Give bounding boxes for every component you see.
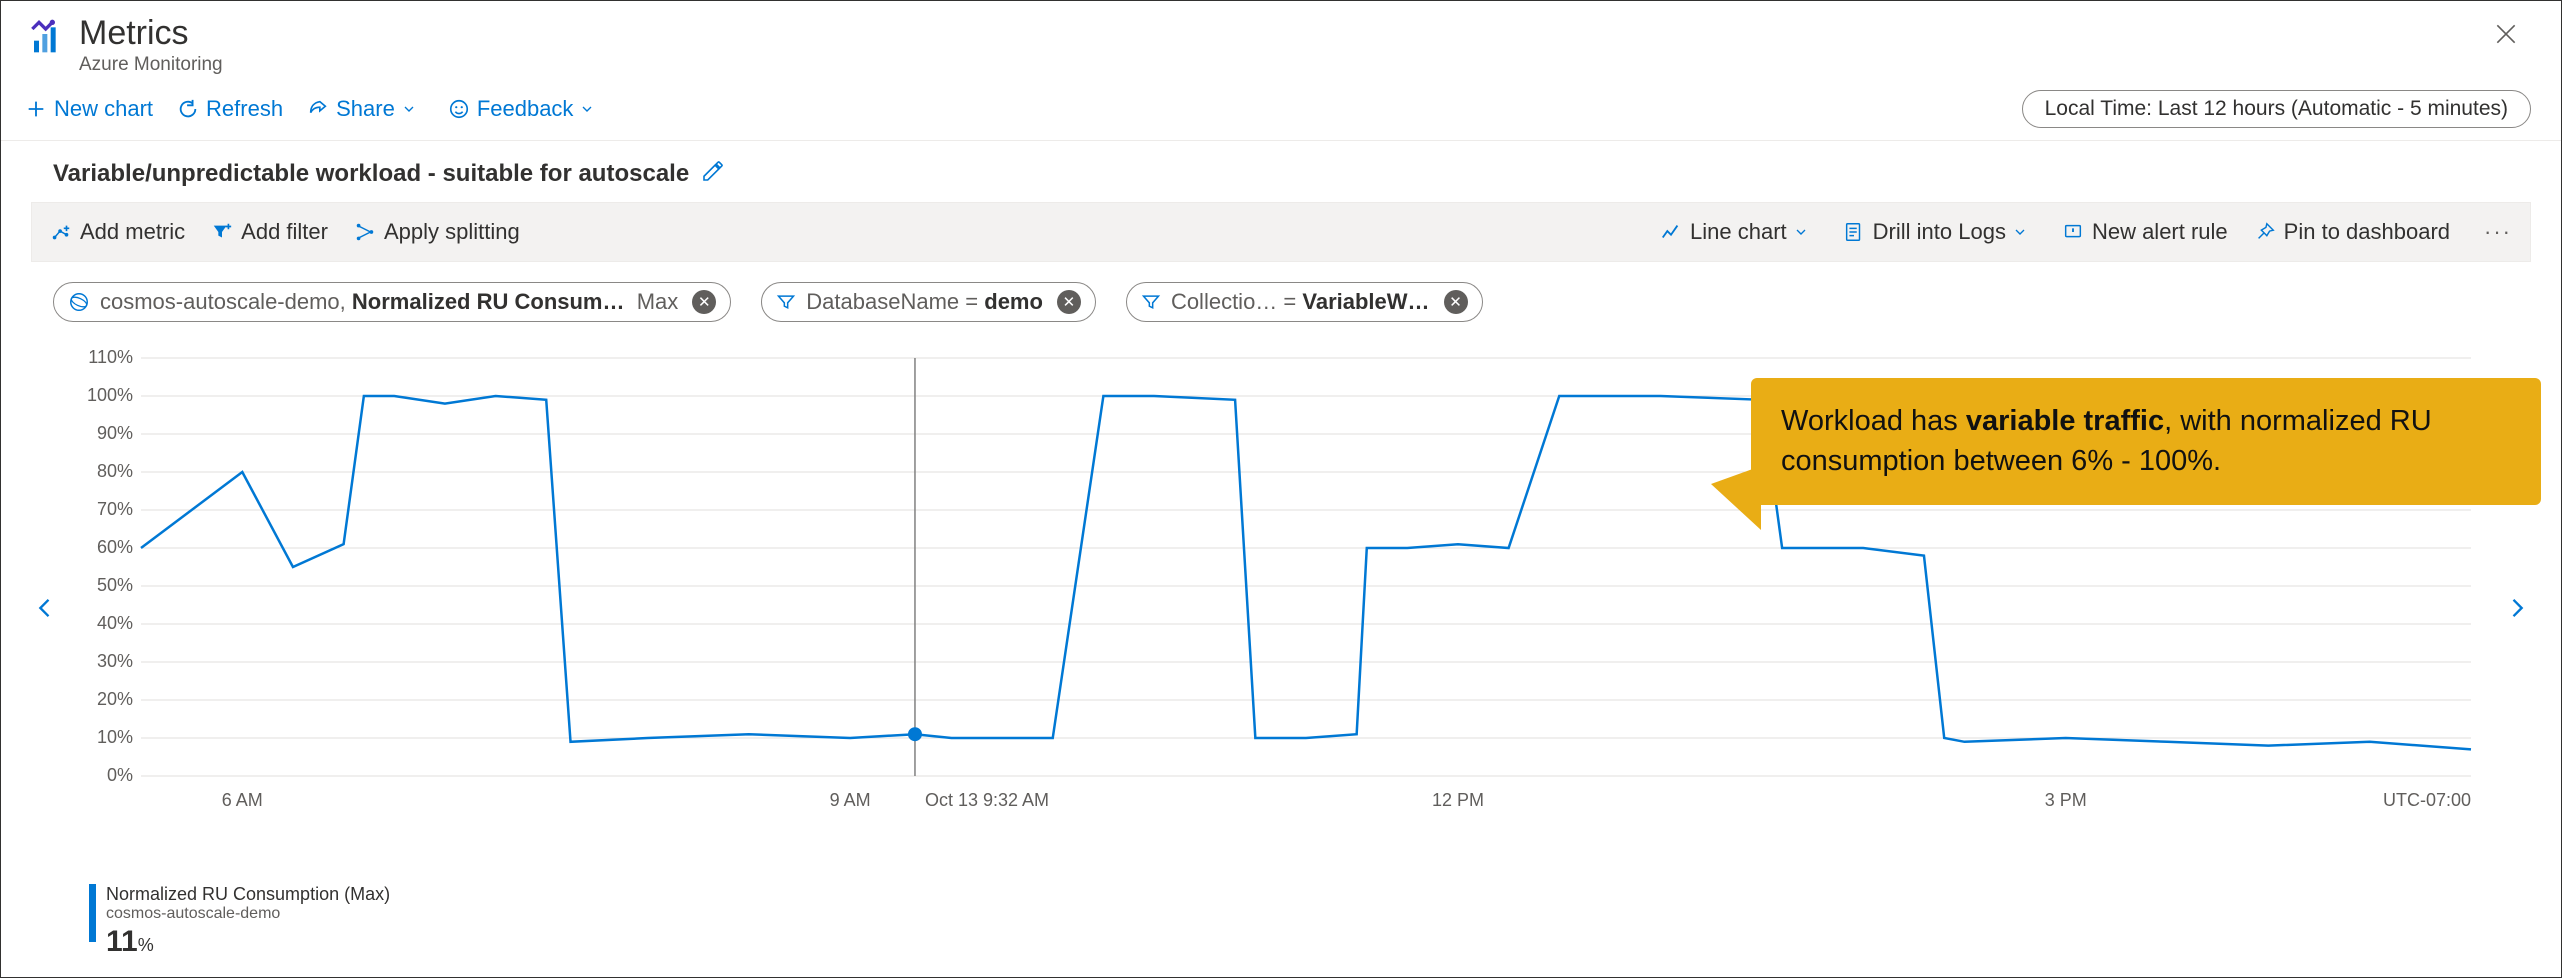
add-filter-button[interactable]: Add filter — [211, 219, 328, 245]
filter-icon — [776, 292, 796, 312]
chart-legend[interactable]: Normalized RU Consumption (Max) cosmos-a… — [89, 884, 390, 959]
legend-subtitle: cosmos-autoscale-demo — [106, 905, 390, 923]
apply-splitting-button[interactable]: Apply splitting — [354, 219, 520, 245]
chevron-down-icon — [1793, 224, 1809, 240]
split-icon — [354, 221, 376, 243]
line-chart-icon — [1660, 221, 1682, 243]
pin-icon — [2254, 221, 2276, 243]
smile-icon — [448, 98, 470, 120]
legend-color-swatch — [89, 884, 96, 942]
close-button[interactable] — [2479, 15, 2533, 61]
svg-text:0%: 0% — [107, 765, 133, 785]
new-alert-button[interactable]: New alert rule — [2062, 219, 2228, 245]
cosmos-icon — [68, 291, 90, 313]
svg-text:90%: 90% — [97, 423, 133, 443]
refresh-icon — [177, 98, 199, 120]
next-chart-button[interactable] — [2497, 588, 2537, 628]
remove-pill-icon[interactable]: ✕ — [1444, 290, 1468, 314]
remove-pill-icon[interactable]: ✕ — [1057, 290, 1081, 314]
share-icon — [307, 98, 329, 120]
svg-text:50%: 50% — [97, 575, 133, 595]
add-metric-button[interactable]: Add metric — [50, 219, 185, 245]
chevron-down-icon — [579, 101, 595, 117]
svg-text:10%: 10% — [97, 727, 133, 747]
chevron-down-icon — [2012, 224, 2028, 240]
refresh-button[interactable]: Refresh — [177, 96, 283, 122]
svg-text:80%: 80% — [97, 461, 133, 481]
chevron-down-icon — [401, 101, 417, 117]
svg-text:9 AM: 9 AM — [830, 790, 871, 810]
remove-pill-icon[interactable]: ✕ — [692, 290, 716, 314]
svg-text:110%: 110% — [88, 348, 133, 367]
logs-icon — [1843, 221, 1865, 243]
svg-text:Oct 13 9:32 AM: Oct 13 9:32 AM — [925, 790, 1049, 810]
metrics-icon — [29, 19, 69, 64]
svg-text:100%: 100% — [87, 385, 133, 405]
filter-plus-icon — [211, 221, 233, 243]
breadcrumb[interactable]: Azure Monitoring — [79, 54, 2479, 76]
annotation-callout: Workload has variable traffic, with norm… — [1751, 378, 2541, 504]
filter-collection-pill[interactable]: Collectio… = VariableW… ✕ — [1126, 282, 1483, 322]
svg-text:70%: 70% — [97, 499, 133, 519]
metric-pill[interactable]: cosmos-autoscale-demo, Normalized RU Con… — [53, 282, 731, 322]
legend-value: 11% — [106, 925, 390, 959]
filter-icon — [1141, 292, 1161, 312]
svg-text:60%: 60% — [97, 537, 133, 557]
svg-text:30%: 30% — [97, 651, 133, 671]
add-metric-icon — [50, 221, 72, 243]
svg-text:UTC-07:00: UTC-07:00 — [2383, 790, 2471, 810]
share-button[interactable]: Share — [307, 96, 424, 122]
alert-icon — [2062, 221, 2084, 243]
more-menu[interactable]: ··· — [2484, 219, 2512, 245]
svg-text:6 AM: 6 AM — [222, 790, 263, 810]
page-title: Metrics — [79, 15, 2479, 52]
svg-text:3 PM: 3 PM — [2045, 790, 2087, 810]
feedback-button[interactable]: Feedback — [448, 96, 603, 122]
filter-database-pill[interactable]: DatabaseName = demo ✕ — [761, 282, 1096, 322]
new-chart-button[interactable]: New chart — [25, 96, 153, 122]
chart-title: Variable/unpredictable workload - suitab… — [53, 160, 689, 188]
svg-text:40%: 40% — [97, 613, 133, 633]
svg-text:12 PM: 12 PM — [1432, 790, 1484, 810]
edit-title-button[interactable] — [701, 159, 725, 188]
plus-icon — [25, 98, 47, 120]
svg-text:20%: 20% — [97, 689, 133, 709]
timerange-picker[interactable]: Local Time: Last 12 hours (Automatic - 5… — [2022, 90, 2531, 128]
chart-type-dropdown[interactable]: Line chart — [1660, 219, 1817, 245]
prev-chart-button[interactable] — [25, 588, 65, 628]
legend-title: Normalized RU Consumption (Max) — [106, 884, 390, 905]
drill-logs-button[interactable]: Drill into Logs — [1843, 219, 2036, 245]
pin-dashboard-button[interactable]: Pin to dashboard — [2254, 219, 2450, 245]
